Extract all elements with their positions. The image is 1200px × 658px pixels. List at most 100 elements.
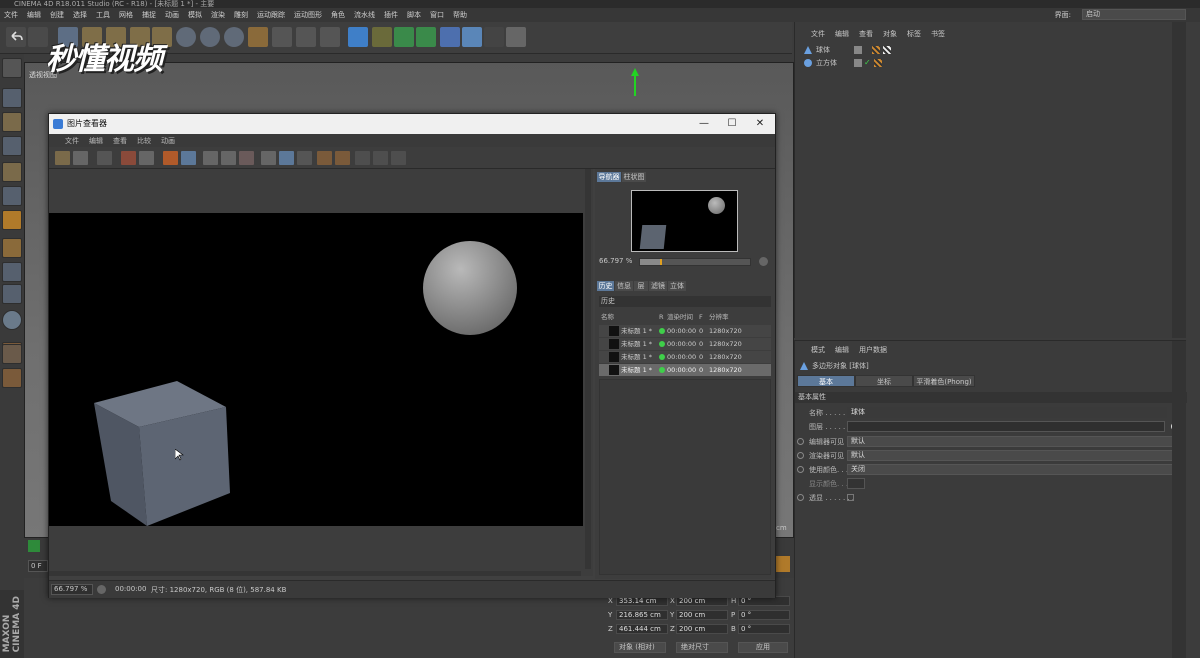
filter-icon-1[interactable] <box>355 151 370 165</box>
animate-radio-icon[interactable] <box>797 438 804 445</box>
edges-mode-icon[interactable] <box>2 186 22 206</box>
size-mode-select[interactable]: 绝对尺寸 <box>676 642 728 653</box>
display-color-swatch[interactable] <box>847 478 865 489</box>
filter-icon-3[interactable] <box>391 151 406 165</box>
current-frame-field[interactable]: 0 F <box>28 560 48 572</box>
y-axis-icon[interactable] <box>200 27 220 47</box>
render-picture-viewer-icon[interactable] <box>296 27 316 47</box>
save-icon[interactable] <box>73 151 88 165</box>
menu-snap[interactable]: 捕捉 <box>142 10 156 20</box>
navigator-thumbnail[interactable] <box>631 190 738 252</box>
image-display-area[interactable] <box>49 169 593 576</box>
axis-mode-icon[interactable] <box>2 238 22 258</box>
snap-icon[interactable] <box>2 284 22 304</box>
timeline-marker-icon[interactable] <box>28 540 40 552</box>
material-tag-icon[interactable] <box>883 45 891 54</box>
om-menu-tags[interactable]: 标签 <box>907 29 921 39</box>
animate-radio-icon[interactable] <box>797 494 804 501</box>
jump-to-a-icon[interactable] <box>317 151 332 165</box>
set-a-icon[interactable] <box>203 151 218 165</box>
zoom-slider[interactable] <box>639 258 751 266</box>
size-y-field[interactable]: 200 cm <box>676 610 728 620</box>
layout-select[interactable]: 启动 <box>1082 9 1186 20</box>
split-view-icon[interactable] <box>261 151 276 165</box>
floor-scene-icon[interactable] <box>462 27 482 47</box>
minimize-icon[interactable]: — <box>689 114 719 134</box>
tweak-mode-icon[interactable] <box>2 262 22 282</box>
swap-ab-icon[interactable] <box>239 151 254 165</box>
tab-histogram[interactable]: 柱状图 <box>622 172 646 182</box>
tab-info[interactable]: 信息 <box>615 281 633 291</box>
tab-navigator[interactable]: 导航器 <box>597 172 621 182</box>
horizontal-scrollbar[interactable] <box>49 571 581 576</box>
om-menu-bookmarks[interactable]: 书签 <box>931 29 945 39</box>
phong-tag-icon[interactable] <box>873 58 882 67</box>
pv-menu-file[interactable]: 文件 <box>65 136 79 146</box>
object-row-sphere[interactable]: 球体 <box>803 44 891 55</box>
pv-menu-animation[interactable]: 动画 <box>161 136 175 146</box>
menu-simulate[interactable]: 模拟 <box>188 10 202 20</box>
am-menu-mode[interactable]: 模式 <box>811 345 825 355</box>
close-icon[interactable]: ✕ <box>745 114 775 134</box>
pv-menu-compare[interactable]: 比较 <box>137 136 151 146</box>
set-b-icon[interactable] <box>221 151 236 165</box>
animate-radio-icon[interactable] <box>797 452 804 459</box>
menu-script[interactable]: 脚本 <box>407 10 421 20</box>
light-icon[interactable] <box>506 27 526 47</box>
history-row[interactable]: 未标题 1 * 00:00:00 0 1280x720 <box>599 325 771 337</box>
layer-field[interactable] <box>847 421 1165 432</box>
tab-filter[interactable]: 滤镜 <box>649 281 667 291</box>
redo-icon[interactable] <box>28 27 48 47</box>
lock-workplane-icon[interactable] <box>2 344 22 364</box>
z-axis-icon[interactable] <box>224 27 244 47</box>
timeline-record-icon[interactable] <box>776 556 790 572</box>
pos-y-field[interactable]: 216.865 cm <box>616 610 668 620</box>
open-icon[interactable] <box>55 151 70 165</box>
menu-pipeline[interactable]: 流水线 <box>354 10 375 20</box>
tab-stereo[interactable]: 立体 <box>668 281 686 291</box>
filter-icon-2[interactable] <box>373 151 388 165</box>
pv-menu-edit[interactable]: 编辑 <box>89 136 103 146</box>
editor-visible-select[interactable]: 默认 <box>847 436 1181 447</box>
tab-basic[interactable]: 基本 <box>797 375 855 387</box>
use-color-select[interactable]: 关闭 <box>847 464 1181 475</box>
cube-object-icon[interactable] <box>348 27 368 47</box>
zoom-menu-icon[interactable] <box>97 585 106 594</box>
soft-selection-icon[interactable] <box>2 310 22 330</box>
menu-mesh[interactable]: 网格 <box>119 10 133 20</box>
difference-icon[interactable] <box>279 151 294 165</box>
polygons-mode-icon[interactable] <box>2 210 22 230</box>
points-mode-icon[interactable] <box>2 162 22 182</box>
deformer-icon[interactable] <box>440 27 460 47</box>
tab-coord[interactable]: 坐标 <box>855 375 913 387</box>
x-axis-icon[interactable] <box>176 27 196 47</box>
coord-mode-select[interactable]: 对象 (相对) <box>614 642 666 653</box>
apply-button[interactable]: 应用 <box>738 642 788 653</box>
stop-render-icon[interactable] <box>139 151 154 165</box>
copy-icon[interactable] <box>97 151 112 165</box>
om-menu-objects[interactable]: 对象 <box>883 29 897 39</box>
render-view-icon[interactable] <box>272 27 292 47</box>
history-row-selected[interactable]: 未标题 1 * 00:00:00 0 1280x720 <box>599 364 771 376</box>
tab-history[interactable]: 历史 <box>597 281 614 291</box>
menu-render[interactable]: 渲染 <box>211 10 225 20</box>
animate-radio-icon[interactable] <box>797 466 804 473</box>
menu-motion-tracking[interactable]: 运动跟踪 <box>257 10 285 20</box>
visibility-toggle-icon[interactable] <box>854 45 862 54</box>
object-row-cube[interactable]: 立方体 ✓ <box>803 57 882 68</box>
check-icon[interactable]: ✓ <box>864 58 871 67</box>
xray-checkbox[interactable] <box>847 494 854 501</box>
render-settings-icon[interactable] <box>320 27 340 47</box>
menu-tools[interactable]: 工具 <box>96 10 110 20</box>
pos-z-field[interactable]: 461.444 cm <box>616 624 668 634</box>
jump-to-b-icon[interactable] <box>335 151 350 165</box>
menu-plugins[interactable]: 插件 <box>384 10 398 20</box>
undo-icon[interactable] <box>6 27 26 47</box>
om-menu-view[interactable]: 查看 <box>859 29 873 39</box>
visibility-toggle-icon[interactable] <box>854 58 862 67</box>
menu-help[interactable]: 帮助 <box>453 10 467 20</box>
om-menu-edit[interactable]: 编辑 <box>835 29 849 39</box>
menu-sculpt[interactable]: 雕刻 <box>234 10 248 20</box>
texture-mode-icon[interactable] <box>2 112 22 132</box>
render-visible-select[interactable]: 默认 <box>847 450 1181 461</box>
